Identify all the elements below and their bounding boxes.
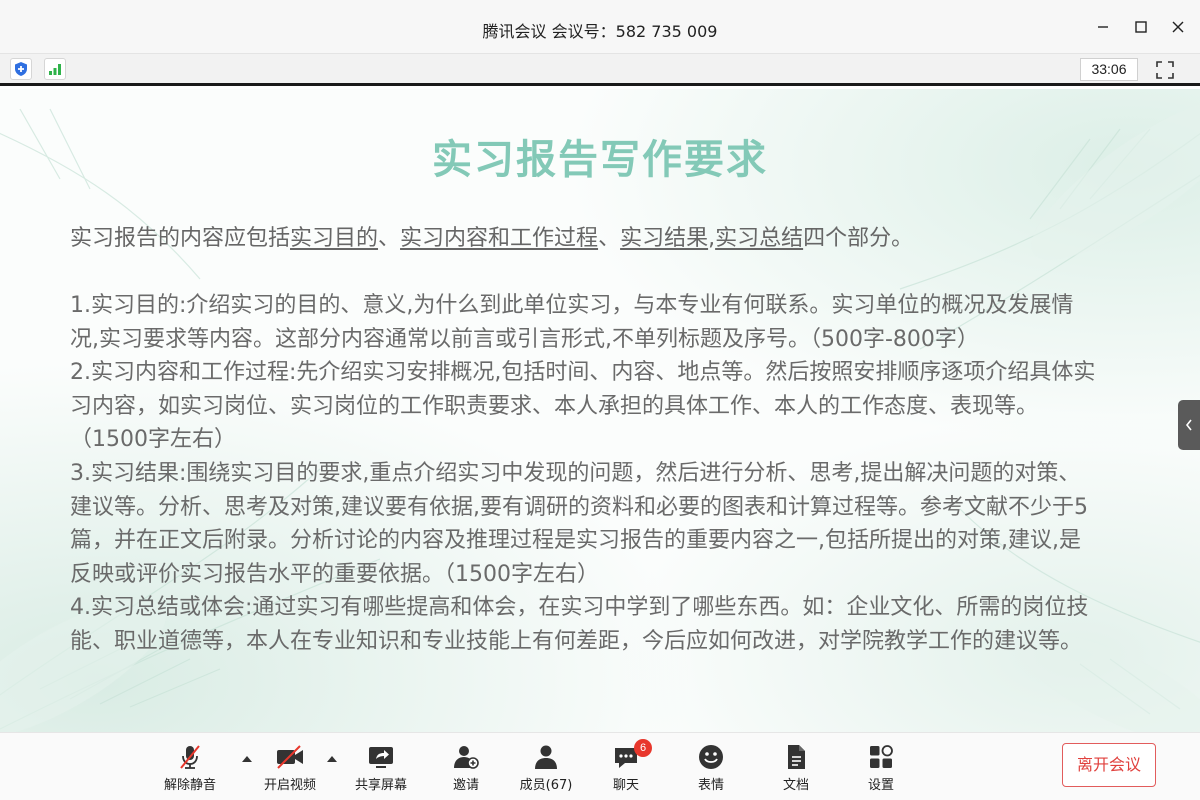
slide-title: 实习报告写作要求 <box>432 137 768 183</box>
title-bar: 腾讯会议 会议号：582 735 009 <box>0 0 1200 54</box>
slide-paragraph: 4.实习总结或体会:通过实习有哪些提高和体会，在实习中学到了哪些东西。如：企业文… <box>70 595 1089 654</box>
slide-paragraph: 3.实习结果:围绕实习目的要求,重点介绍实习中发现的问题，然后进行分析、思考,提… <box>70 460 1088 587</box>
reactions-label: 表情 <box>697 778 724 793</box>
camera-off-icon <box>277 745 303 769</box>
settings-button[interactable]: 设置 <box>841 741 921 793</box>
video-options-caret[interactable] <box>325 752 339 764</box>
chat-button[interactable]: 6 聊天 <box>586 739 666 793</box>
meeting-timer: 33:06 <box>1080 58 1138 81</box>
intro-prefix: 实习报告的内容应包括 <box>70 226 291 251</box>
share-screen-button[interactable]: 共享屏幕 <box>341 741 421 793</box>
maximize-button[interactable] <box>1128 14 1154 40</box>
unmute-button[interactable]: 解除静音 <box>150 741 230 793</box>
close-button[interactable] <box>1165 14 1191 40</box>
network-status-button[interactable] <box>44 58 66 80</box>
start-video-button[interactable]: 开启视频 <box>250 741 330 793</box>
documents-label: 文档 <box>782 778 809 793</box>
intro-link-summary: 实习总结 <box>715 226 804 251</box>
members-icon <box>535 745 557 769</box>
chat-label: 聊天 <box>612 778 639 793</box>
slide-paragraph: 2.实习内容和工作过程:先介绍实习安排概况,包括时间、内容、地点等。然后按照安排… <box>70 360 1096 453</box>
invite-user-icon <box>454 746 479 769</box>
start-video-label: 开启视频 <box>263 778 316 793</box>
intro-suffix: 四个部分。 <box>803 226 914 251</box>
slide-intro: 实习报告的内容应包括实习目的、实习内容和工作过程、实习结果,实习总结四个部分。 <box>70 223 1130 255</box>
signal-icon <box>49 64 61 75</box>
intro-link-content: 实习内容和工作过程 <box>400 226 599 251</box>
share-screen-icon <box>369 747 393 768</box>
status-bar: 33:06 <box>0 54 1200 86</box>
smiley-icon <box>699 745 723 769</box>
close-icon <box>1172 21 1184 33</box>
slide-body: 1.实习目的:介绍实习的目的、意义,为什么到此单位实习，与本专业有何联系。实习单… <box>70 289 1100 659</box>
settings-label: 设置 <box>867 778 894 793</box>
invite-button[interactable]: 邀请 <box>426 741 506 793</box>
members-button[interactable]: 成员(67) <box>506 741 586 793</box>
document-icon <box>788 745 805 769</box>
slide-paragraph: 1.实习目的:介绍实习的目的、意义,为什么到此单位实习，与本专业有何联系。实习单… <box>70 293 1074 352</box>
caret-up-icon <box>327 755 337 762</box>
leave-meeting-button[interactable]: 离开会议 <box>1062 743 1156 787</box>
shield-icon <box>15 62 27 76</box>
mic-muted-icon <box>180 745 200 769</box>
documents-button[interactable]: 文档 <box>756 741 836 793</box>
fullscreen-icon <box>1156 61 1174 79</box>
reactions-button[interactable]: 表情 <box>671 741 751 793</box>
meeting-toolbar: 解除静音 开启视频 共享屏幕 邀请 成员(67) 6 聊天 表情 文档 设置 离… <box>0 732 1200 800</box>
security-button[interactable] <box>10 58 32 80</box>
unmute-label: 解除静音 <box>163 778 216 793</box>
chat-unread-badge: 6 <box>634 739 652 757</box>
minimize-icon <box>1098 26 1108 28</box>
fullscreen-button[interactable] <box>1154 59 1176 81</box>
intro-link-results: 实习结果 <box>620 226 709 251</box>
intro-separator: 、 <box>598 226 621 251</box>
intro-separator: 、 <box>378 226 401 251</box>
share-screen-label: 共享屏幕 <box>354 778 407 793</box>
chevron-left-icon <box>1185 419 1192 431</box>
window-title: 腾讯会议 会议号：582 735 009 <box>482 22 718 41</box>
side-panel-handle[interactable] <box>1178 400 1200 450</box>
members-label: 成员(67) <box>519 778 573 793</box>
shared-screen: 实习报告写作要求 实习报告的内容应包括实习目的、实习内容和工作过程、实习结果,实… <box>0 89 1200 732</box>
invite-label: 邀请 <box>452 778 479 793</box>
apps-grid-icon <box>870 745 893 768</box>
maximize-icon <box>1135 21 1147 33</box>
intro-link-purpose: 实习目的 <box>290 226 379 251</box>
minimize-button[interactable] <box>1090 14 1116 40</box>
